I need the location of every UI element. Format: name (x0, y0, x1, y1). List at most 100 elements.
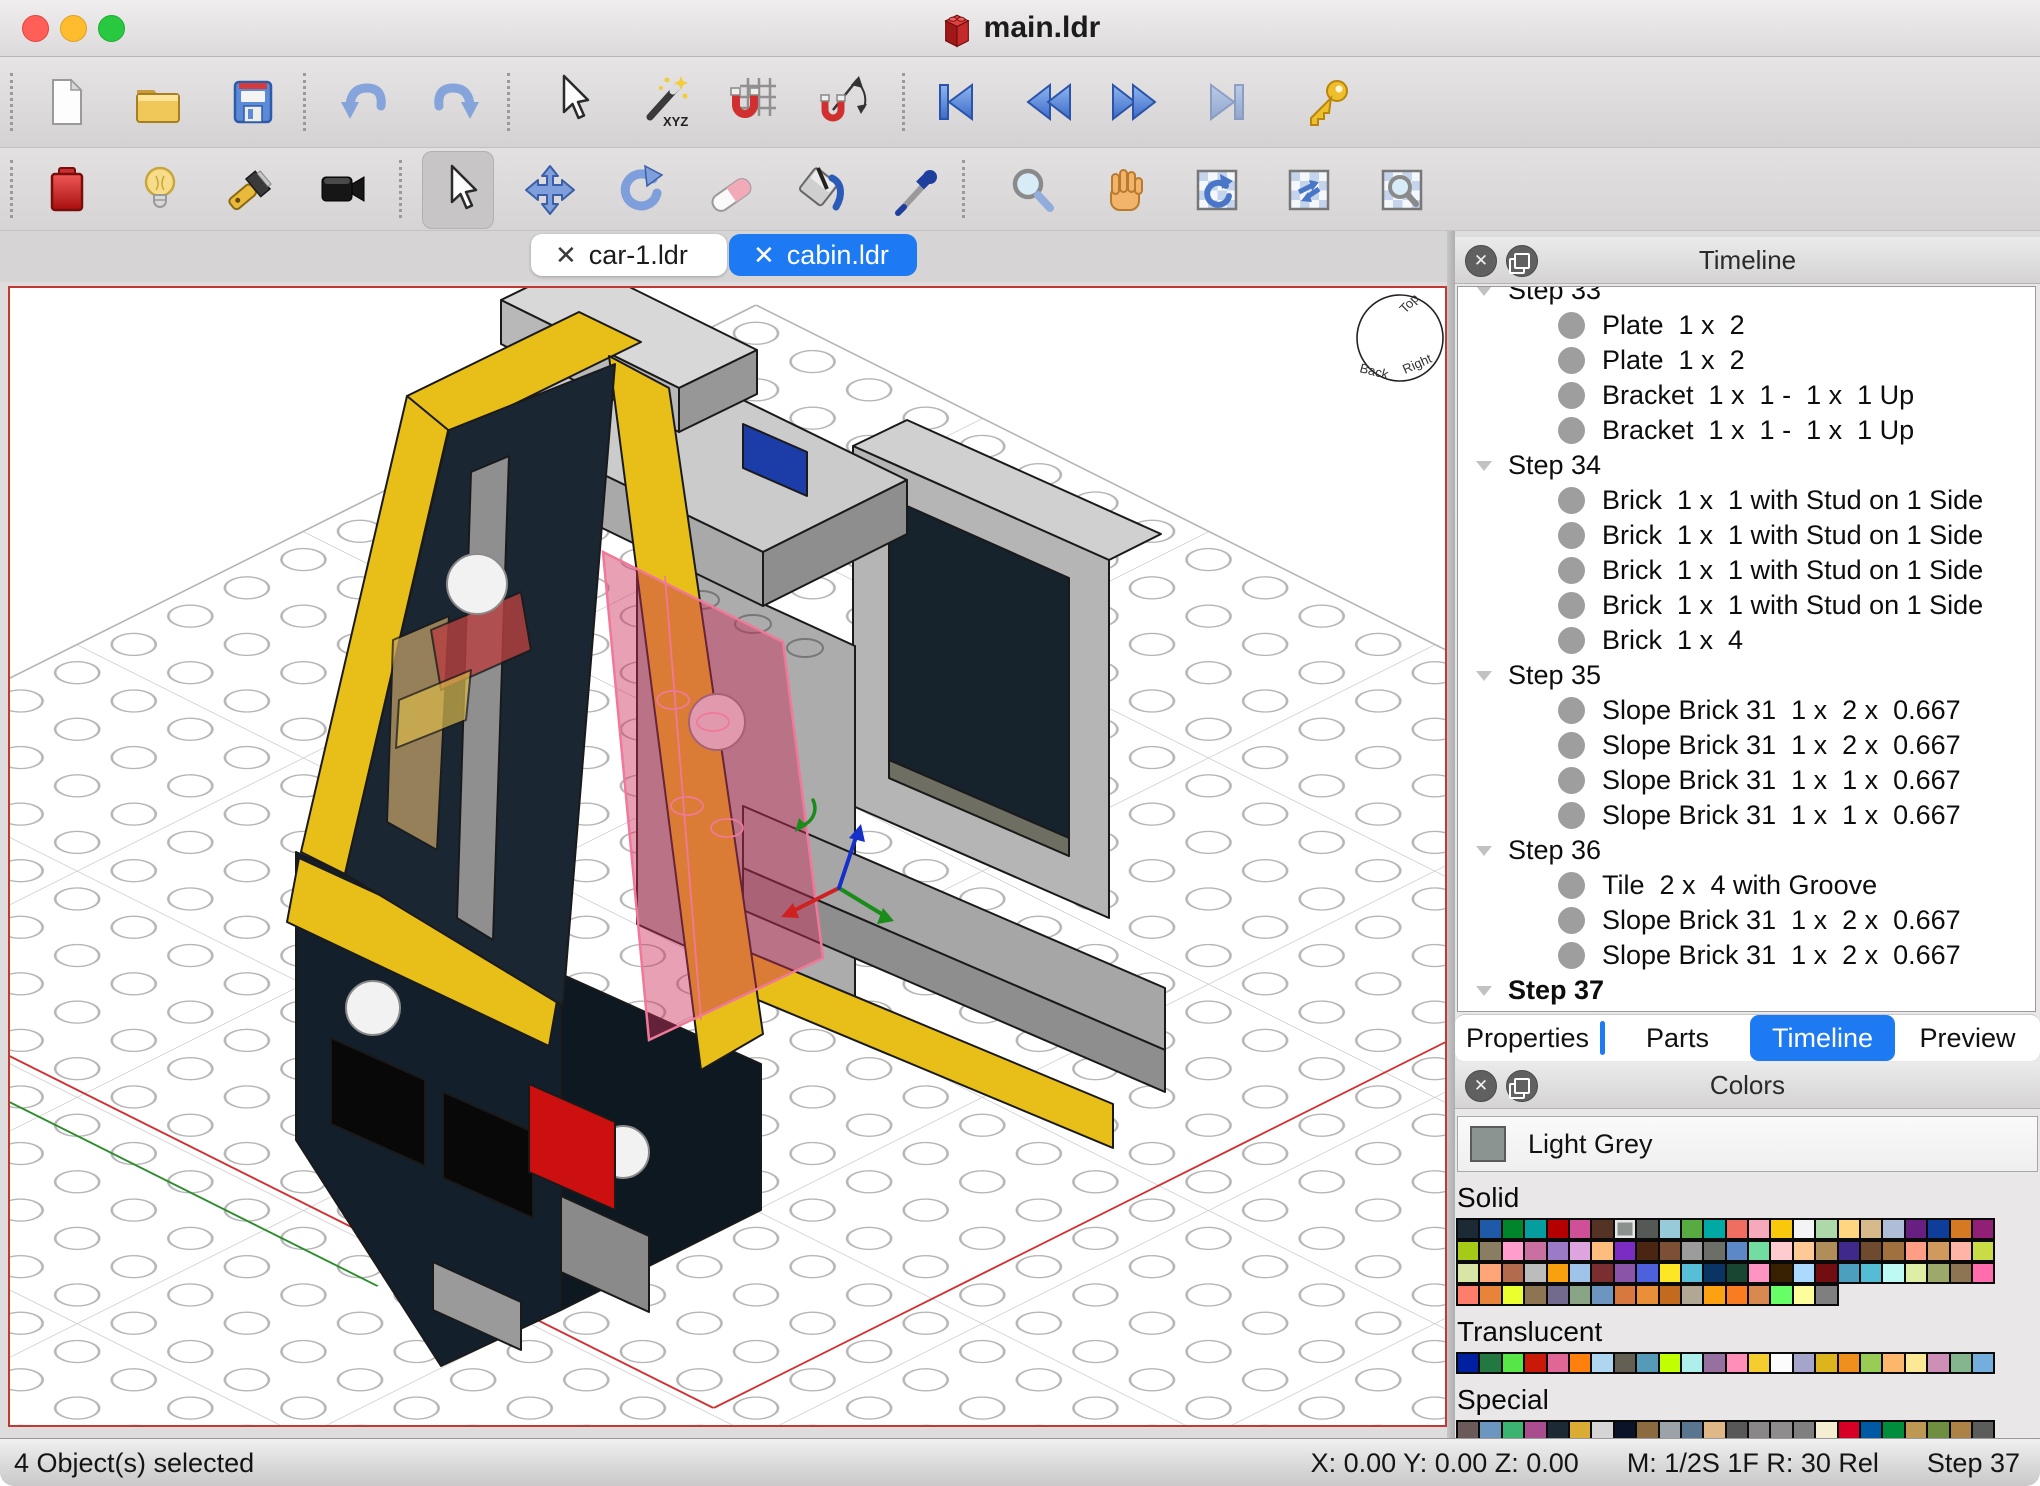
color-swatch[interactable] (1926, 1218, 1950, 1240)
color-swatch[interactable] (1590, 1218, 1614, 1240)
timeline-part-item[interactable]: Slope Brick 31 1 x 2 x 0.667 (1458, 938, 2035, 973)
color-swatch[interactable] (1859, 1262, 1883, 1284)
color-swatch[interactable] (1546, 1420, 1570, 1438)
pan-tool-button[interactable] (1096, 162, 1152, 218)
color-swatch[interactable] (1814, 1284, 1838, 1306)
color-swatch[interactable] (1859, 1352, 1883, 1374)
color-swatch[interactable] (1523, 1218, 1547, 1240)
color-swatch[interactable] (1478, 1262, 1502, 1284)
color-swatch[interactable] (1814, 1240, 1838, 1262)
color-swatch[interactable] (1949, 1240, 1973, 1262)
go-last-step-button[interactable] (1200, 74, 1256, 130)
color-swatch[interactable] (1501, 1284, 1525, 1306)
color-swatch[interactable] (1725, 1420, 1749, 1438)
viewport-canvas[interactable]: Top Back Right (10, 288, 1445, 1425)
color-swatch[interactable] (1926, 1352, 1950, 1374)
add-part-button[interactable] (39, 160, 95, 216)
color-swatch[interactable] (1702, 1262, 1726, 1284)
timeline-step[interactable]: Step 33 (1458, 286, 2035, 308)
color-swatch[interactable] (1613, 1240, 1637, 1262)
color-swatch[interactable] (1725, 1240, 1749, 1262)
color-swatch[interactable] (1456, 1240, 1480, 1262)
color-swatch[interactable] (1859, 1240, 1883, 1262)
color-swatch[interactable] (1702, 1420, 1726, 1438)
color-swatch[interactable] (1792, 1240, 1816, 1262)
color-swatch[interactable] (1769, 1352, 1793, 1374)
select-tool-active-button[interactable] (430, 162, 486, 218)
color-swatch[interactable] (1926, 1240, 1950, 1262)
color-swatch[interactable] (1949, 1262, 1973, 1284)
timeline-part-item[interactable]: Slope Brick 31 1 x 1 x 0.667 (1458, 763, 2035, 798)
color-swatch[interactable] (1837, 1218, 1861, 1240)
color-swatch[interactable] (1568, 1218, 1592, 1240)
color-swatch[interactable] (1926, 1262, 1950, 1284)
color-swatch[interactable] (1456, 1218, 1480, 1240)
timeline-part-item[interactable]: Brick 1 x 1 with Stud on 1 Side (1458, 518, 2035, 553)
open-document-button[interactable] (130, 74, 186, 130)
color-swatch[interactable] (1881, 1240, 1905, 1262)
color-swatch[interactable] (1658, 1240, 1682, 1262)
color-swatch[interactable] (1658, 1352, 1682, 1374)
color-swatch[interactable] (1769, 1240, 1793, 1262)
zoom-tool-button[interactable] (1004, 162, 1060, 218)
color-swatch[interactable] (1478, 1420, 1502, 1438)
detach-panel-icon[interactable] (1506, 1070, 1538, 1102)
close-panel-icon[interactable] (1465, 1070, 1497, 1102)
color-swatch[interactable] (1501, 1240, 1525, 1262)
timeline-part-item[interactable]: Plate 1 x 2 (1458, 308, 2035, 343)
redo-button[interactable] (427, 74, 483, 130)
color-swatch[interactable] (1725, 1284, 1749, 1306)
color-swatch[interactable] (1523, 1262, 1547, 1284)
rotation-snap-button[interactable] (817, 72, 873, 128)
color-swatch[interactable] (1949, 1218, 1973, 1240)
color-swatch[interactable] (1613, 1284, 1637, 1306)
color-swatch[interactable] (1792, 1420, 1816, 1438)
orientation-sphere[interactable]: Top Back Right (1357, 291, 1443, 382)
color-swatch[interactable] (1501, 1218, 1525, 1240)
color-swatch[interactable] (1837, 1262, 1861, 1284)
color-swatch[interactable] (1635, 1218, 1659, 1240)
tab-preview[interactable]: Preview (1895, 1015, 2040, 1061)
timeline-step[interactable]: Step 36 (1458, 833, 2035, 868)
color-swatch[interactable] (1478, 1284, 1502, 1306)
color-swatch[interactable] (1568, 1284, 1592, 1306)
color-swatch[interactable] (1702, 1240, 1726, 1262)
color-swatch[interactable] (1658, 1262, 1682, 1284)
save-document-button[interactable] (224, 74, 280, 130)
close-panel-icon[interactable] (1465, 245, 1497, 277)
color-swatch[interactable] (1523, 1240, 1547, 1262)
color-swatch[interactable] (1635, 1284, 1659, 1306)
color-swatch[interactable] (1635, 1420, 1659, 1438)
zoom-region-button[interactable] (1374, 162, 1430, 218)
tab-cabin-ldr[interactable]: cabin.ldr (729, 234, 917, 276)
color-swatch[interactable] (1725, 1352, 1749, 1374)
timeline-step-tree[interactable]: Step 33Plate 1 x 2Plate 1 x 2Bracket 1 x… (1457, 286, 2036, 1012)
color-swatch[interactable] (1859, 1218, 1883, 1240)
color-swatch[interactable] (1881, 1262, 1905, 1284)
tab-parts[interactable]: Parts (1605, 1015, 1750, 1061)
detach-panel-icon[interactable] (1506, 245, 1538, 277)
tab-properties[interactable]: Properties (1455, 1015, 1600, 1061)
color-swatch[interactable] (1680, 1420, 1704, 1438)
timeline-part-item[interactable]: Bracket 1 x 1 - 1 x 1 Up (1458, 413, 2035, 448)
color-swatch[interactable] (1904, 1352, 1928, 1374)
color-swatch[interactable] (1658, 1218, 1682, 1240)
chevron-down-icon[interactable] (1476, 286, 1492, 296)
color-swatch[interactable] (1635, 1240, 1659, 1262)
close-tab-icon[interactable] (753, 242, 775, 268)
color-swatch[interactable] (1568, 1420, 1592, 1438)
color-swatch[interactable] (1568, 1240, 1592, 1262)
timeline-part-item[interactable]: Slope Brick 31 1 x 2 x 0.667 (1458, 693, 2035, 728)
erase-tool-button[interactable] (704, 162, 760, 218)
timeline-step[interactable]: Step 34 (1458, 448, 2035, 483)
color-swatch[interactable] (1590, 1262, 1614, 1284)
color-swatch[interactable] (1590, 1240, 1614, 1262)
timeline-panel-header[interactable]: Timeline (1455, 237, 2040, 284)
color-swatch[interactable] (1904, 1262, 1928, 1284)
pan-view-button[interactable] (1281, 162, 1337, 218)
undo-button[interactable] (337, 74, 393, 130)
color-swatch[interactable] (1635, 1262, 1659, 1284)
color-swatch[interactable] (1814, 1218, 1838, 1240)
color-swatch[interactable] (1792, 1218, 1816, 1240)
close-tab-icon[interactable] (555, 242, 577, 268)
